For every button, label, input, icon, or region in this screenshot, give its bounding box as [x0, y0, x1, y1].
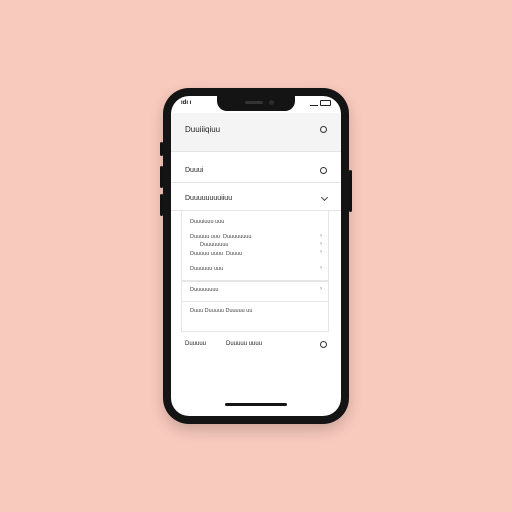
chevron-icon[interactable]: › [320, 265, 322, 271]
search-icon[interactable] [320, 126, 327, 133]
footer-left-link[interactable]: Duuuuu [185, 341, 206, 347]
divider [171, 182, 341, 183]
section-title: Duuuuuuuuiiuu [185, 194, 233, 202]
account-label: Duuui [185, 166, 204, 174]
second-card: Duuuuuuuu › Duuu Duuuuu Duuuuu uu [181, 281, 329, 332]
chevron-icon[interactable]: › [320, 241, 322, 247]
info-icon[interactable] [320, 166, 327, 174]
footer-row: Duuuuu Duuuuu uuuu [171, 336, 341, 352]
battery-icon [320, 100, 331, 106]
footer-right-link[interactable]: Duuuuu uuuu [226, 341, 320, 347]
status-time: ıdı ı [181, 100, 192, 106]
chevron-icon[interactable]: › [320, 249, 322, 255]
signal-icon [310, 100, 318, 106]
list-item-label: Duuuuuuuu [200, 242, 229, 248]
section-card: Duuuiuuu uuu Duuuuu uuu Duuuuuuuu › Duuu… [181, 210, 329, 281]
app-header: Duuiiiqiuu [171, 113, 341, 152]
chevron-icon[interactable]: › [320, 233, 322, 239]
status-icons [310, 100, 331, 106]
header-row: Duuiiiqiuu [171, 125, 341, 134]
list-item[interactable]: Duuuuu uuu Duuuuuuuu [190, 234, 251, 240]
list-item-value: Duuuuuuuu [222, 234, 252, 240]
list-item[interactable]: Duuuuuuuu [200, 242, 228, 248]
list-item-label: Duuuuu uuuu [190, 251, 224, 257]
speaker-grille [245, 101, 263, 104]
phone-screen: ıdı ı Duuiiiqiuu Duuui Duuuuuuuuiiuu Duu… [171, 96, 341, 416]
home-indicator[interactable] [225, 403, 287, 406]
chevron-icon[interactable]: › [320, 286, 322, 292]
power-button [349, 170, 352, 212]
notch [217, 96, 295, 111]
phone-frame: ıdı ı Duuiiiqiuu Duuui Duuuuuuuuiiuu Duu… [163, 88, 349, 424]
account-row[interactable]: Duuui [171, 162, 341, 178]
list-item[interactable]: Duuuuu uuuu Duuuu [190, 251, 242, 257]
list-item-value: Duuuu [226, 251, 243, 257]
list-item-label: Duuuuu uuu [190, 234, 220, 240]
section-subtitle: Duuuiuuu uuu [190, 219, 225, 225]
section-header[interactable]: Duuuuuuuuiiuu [171, 190, 341, 206]
card-title: Duuuuuuuu [190, 287, 219, 293]
card-text: Duuu Duuuuu Duuuuu uu [190, 308, 253, 314]
front-camera [269, 100, 274, 105]
list-item-label: Duuuuuu uuu [190, 266, 224, 272]
page-title: Duuiiiqiuu [185, 125, 221, 134]
list-item[interactable]: Duuuuuu uuu [190, 266, 223, 272]
chevron-down-icon[interactable] [320, 193, 329, 201]
settings-icon[interactable] [320, 340, 327, 348]
divider [182, 301, 328, 302]
